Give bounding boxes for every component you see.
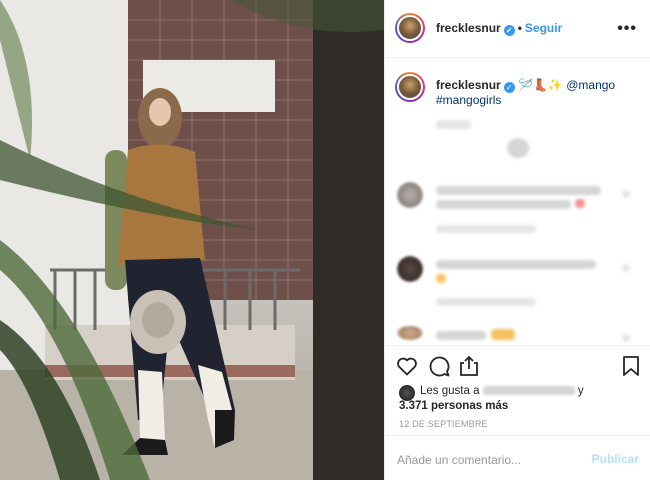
share-icon[interactable] <box>457 354 481 378</box>
avatar[interactable] <box>395 13 425 43</box>
caption-text: frecklesnur ✓ 🪡👢✨ @mango #mangogirls <box>436 78 641 108</box>
follow-button[interactable]: Seguir <box>525 21 562 35</box>
likes-suffix: y <box>577 385 584 397</box>
verified-badge-icon: ✓ <box>503 82 515 93</box>
caption-username[interactable]: frecklesnur <box>436 78 501 92</box>
likes-count[interactable]: 3.371 personas más <box>399 399 508 413</box>
caption-emoji-blurred <box>507 138 529 158</box>
comment-emoji-blurred <box>491 329 515 340</box>
comment-like-blurred[interactable] <box>622 334 630 342</box>
mention-link[interactable]: @mango <box>566 78 615 92</box>
header-username[interactable]: frecklesnur <box>436 21 501 35</box>
publish-button[interactable]: Publicar <box>592 452 639 466</box>
separator-dot: • <box>517 21 522 35</box>
instagram-post-modal: frecklesnur ✓ • Seguir ••• frecklesnur ✓ 🪡👢✨… <box>0 0 650 480</box>
comment-meta-blurred <box>436 298 536 306</box>
comment-text-blurred <box>436 260 596 269</box>
caption-timestamp-blurred <box>436 120 471 129</box>
post-actions: Les gusta a y 3.371 personas más 12 DE S… <box>385 345 650 480</box>
caption-avatar[interactable] <box>395 72 425 102</box>
more-options-icon[interactable]: ••• <box>617 20 637 38</box>
comment-like-blurred[interactable] <box>622 264 630 272</box>
comment-avatar[interactable] <box>397 326 423 340</box>
post-photo[interactable] <box>0 0 384 480</box>
post-header: frecklesnur ✓ • Seguir ••• <box>385 0 650 58</box>
bookmark-icon[interactable] <box>619 354 643 378</box>
comment-avatar[interactable] <box>397 182 423 208</box>
comment-emoji-blurred <box>436 274 446 283</box>
comment-avatar[interactable] <box>397 256 423 282</box>
comment-icon[interactable] <box>427 354 451 378</box>
comment-text-blurred <box>436 200 571 209</box>
liker-name-blurred[interactable] <box>482 386 575 396</box>
comment-meta-blurred <box>436 225 536 233</box>
header-user-line: frecklesnur ✓ • Seguir <box>436 21 562 36</box>
verified-badge-icon: ✓ <box>503 25 515 36</box>
likes-line-1: Les gusta a y <box>420 384 584 398</box>
heart-icon[interactable] <box>395 354 419 378</box>
comment-input[interactable]: Añade un comentario... <box>397 453 521 467</box>
caption-emojis: 🪡👢✨ <box>518 78 563 92</box>
hashtag-link[interactable]: #mangogirls <box>436 93 501 107</box>
comment-like-blurred[interactable] <box>622 190 630 198</box>
comment-emoji-blurred <box>575 199 585 208</box>
comment-input-bar: Añade un comentario... Publicar <box>385 435 650 480</box>
post-side-panel: frecklesnur ✓ • Seguir ••• frecklesnur ✓ 🪡👢✨… <box>384 0 650 480</box>
likes-prefix: Les gusta a <box>420 385 480 397</box>
comment-text-blurred <box>436 331 486 340</box>
post-date[interactable]: 12 DE SEPTIEMBRE <box>399 419 488 429</box>
photo-illustration <box>0 0 384 480</box>
comment-text-blurred <box>436 186 601 195</box>
